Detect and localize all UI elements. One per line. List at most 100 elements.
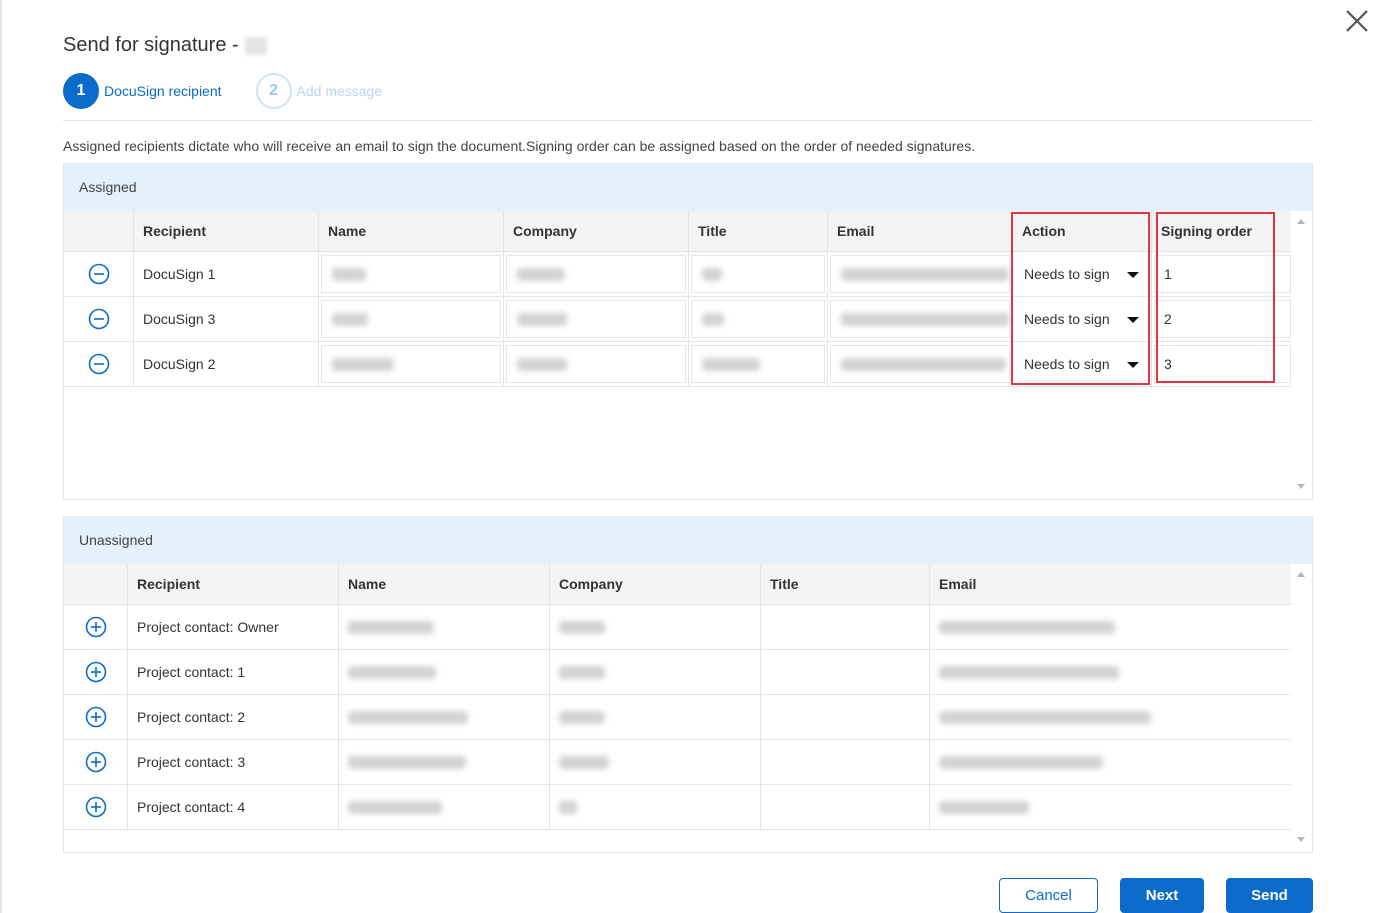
- action-select[interactable]: Needs to sign: [1015, 300, 1149, 338]
- scroll-down-icon[interactable]: [1297, 837, 1305, 842]
- header-divider: [63, 120, 1313, 121]
- remove-cell: [64, 252, 134, 296]
- send-button[interactable]: Send: [1226, 878, 1313, 913]
- recipient-cell: DocuSign 3: [134, 297, 319, 341]
- close-icon: [1346, 10, 1368, 32]
- signing-order-input[interactable]: 3: [1154, 345, 1291, 383]
- redacted-value: [348, 665, 436, 679]
- email-cell: [828, 297, 1013, 341]
- step-number-badge: 2: [255, 73, 292, 109]
- header-recipient: Recipient: [128, 564, 339, 604]
- title-field[interactable]: [691, 345, 825, 383]
- header-name: Name: [339, 564, 550, 604]
- step-add-message[interactable]: 2 Add message: [255, 73, 382, 109]
- add-recipient-button[interactable]: [84, 660, 108, 684]
- redacted-value: [702, 312, 724, 326]
- assigned-scrollbar[interactable]: [1291, 211, 1312, 498]
- company-cell: [504, 297, 689, 341]
- redacted-value: [348, 800, 442, 814]
- title-cell: [761, 695, 930, 739]
- table-header-row: Recipient Name Company Title Email Actio…: [64, 211, 1312, 252]
- email-field[interactable]: [830, 345, 1010, 383]
- header-company: Company: [504, 211, 689, 251]
- redacted-value: [517, 312, 567, 326]
- redacted-value: [939, 710, 1151, 724]
- company-cell: [504, 252, 689, 296]
- add-cell: [64, 695, 128, 739]
- email-cell: [930, 740, 1290, 784]
- header-email: Email: [828, 211, 1013, 251]
- scroll-up-icon[interactable]: [1297, 219, 1305, 224]
- company-cell: [550, 740, 761, 784]
- signing-order-input[interactable]: 2: [1154, 300, 1291, 338]
- name-cell: [319, 252, 504, 296]
- remove-recipient-button[interactable]: [87, 352, 111, 376]
- action-select[interactable]: Needs to sign: [1015, 345, 1149, 383]
- table-row: Project contact: 4: [64, 785, 1312, 830]
- add-recipient-button[interactable]: [84, 795, 108, 819]
- name-field[interactable]: [321, 300, 501, 338]
- add-recipient-button[interactable]: [84, 705, 108, 729]
- step-docusign-recipient[interactable]: 1 DocuSign recipient: [63, 73, 222, 109]
- email-cell: [930, 695, 1290, 739]
- header-title: Title: [761, 564, 930, 604]
- unassigned-scrollbar[interactable]: [1291, 564, 1312, 851]
- instructions-text: Assigned recipients dictate who will rec…: [63, 138, 976, 154]
- company-cell: [550, 605, 761, 649]
- company-field[interactable]: [506, 300, 686, 338]
- plus-circle-icon: [85, 616, 106, 638]
- company-field[interactable]: [506, 255, 686, 293]
- plus-circle-icon: [85, 796, 106, 818]
- email-field[interactable]: [830, 255, 1010, 293]
- redacted-value: [559, 755, 609, 769]
- title-cell: [761, 650, 930, 694]
- close-button[interactable]: [1342, 6, 1372, 36]
- cancel-button[interactable]: Cancel: [999, 878, 1098, 913]
- title-cell: [761, 785, 930, 829]
- recipient-cell: Project contact: 4: [128, 785, 339, 829]
- name-cell: [339, 650, 550, 694]
- minus-circle-icon: [88, 263, 109, 285]
- scroll-down-icon[interactable]: [1297, 484, 1305, 489]
- redacted-value: [559, 800, 577, 814]
- scroll-up-icon[interactable]: [1297, 572, 1305, 577]
- recipient-cell: Project contact: 1: [128, 650, 339, 694]
- header-cell-icon: [64, 564, 128, 604]
- header-action: Action: [1013, 211, 1152, 251]
- add-recipient-button[interactable]: [84, 615, 108, 639]
- company-field[interactable]: [506, 345, 686, 383]
- table-header-row: Recipient Name Company Title Email: [64, 564, 1312, 605]
- email-field[interactable]: [830, 300, 1010, 338]
- redacted-value: [559, 665, 605, 679]
- action-select-value: Needs to sign: [1024, 311, 1110, 327]
- name-field[interactable]: [321, 255, 501, 293]
- action-cell: Needs to sign: [1013, 297, 1152, 341]
- redacted-value: [939, 755, 1103, 769]
- name-field[interactable]: [321, 345, 501, 383]
- header-signing-order: Signing order: [1161, 223, 1252, 239]
- header-title: Title: [689, 211, 828, 251]
- action-cell: Needs to sign: [1013, 342, 1152, 386]
- assigned-panel-heading: Assigned: [64, 163, 1312, 211]
- remove-recipient-button[interactable]: [87, 307, 111, 331]
- next-button[interactable]: Next: [1120, 878, 1204, 913]
- header-recipient: Recipient: [134, 211, 319, 251]
- redacted-value: [332, 312, 368, 326]
- add-recipient-button[interactable]: [84, 750, 108, 774]
- remove-recipient-button[interactable]: [87, 262, 111, 286]
- action-cell: Needs to sign: [1013, 252, 1152, 296]
- minus-circle-icon: [88, 308, 109, 330]
- unassigned-panel-heading: Unassigned: [64, 516, 1312, 564]
- redacted-value: [939, 800, 1029, 814]
- recipient-cell: DocuSign 2: [134, 342, 319, 386]
- redacted-value: [841, 357, 1006, 371]
- action-select[interactable]: Needs to sign: [1015, 255, 1149, 293]
- signing-order-input[interactable]: 1: [1154, 255, 1291, 293]
- title-cell: [689, 342, 828, 386]
- redacted-value: [517, 357, 567, 371]
- title-field[interactable]: [691, 255, 825, 293]
- title-field[interactable]: [691, 300, 825, 338]
- remove-cell: [64, 297, 134, 341]
- redacted-value: [702, 267, 722, 281]
- step-number-badge: 1: [63, 73, 99, 109]
